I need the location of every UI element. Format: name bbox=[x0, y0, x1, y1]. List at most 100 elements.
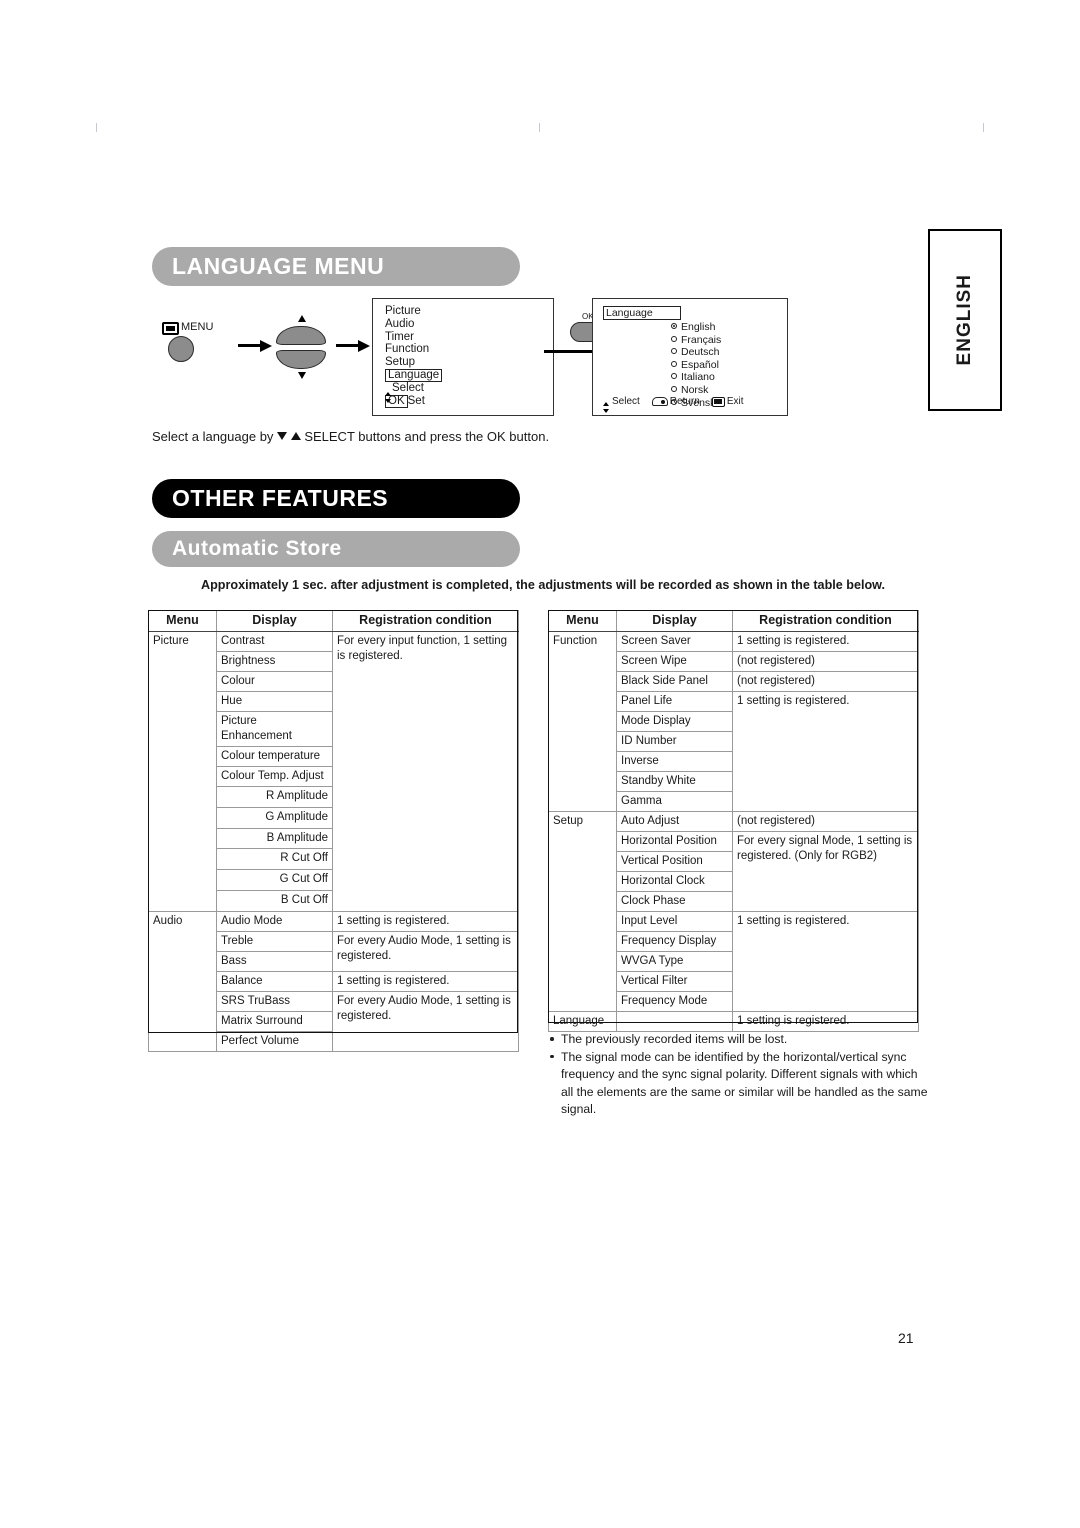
section-banner-automatic-store-label: Automatic Store bbox=[172, 537, 342, 560]
cell-condition: 1 setting is registered. bbox=[332, 911, 519, 932]
language-option-francais[interactable]: Français bbox=[671, 334, 721, 347]
cell-menu: Audio bbox=[148, 911, 217, 1052]
cell-display: Horizontal Position bbox=[616, 831, 733, 852]
section-banner-language-menu-label: LANGUAGE MENU bbox=[172, 253, 385, 279]
cell-display: Horizontal Clock bbox=[616, 871, 733, 892]
osd-menu-item-setup[interactable]: Setup bbox=[385, 356, 553, 369]
language-option-italiano[interactable]: Italiano bbox=[671, 371, 721, 384]
section-banner-automatic-store: Automatic Store bbox=[152, 531, 520, 567]
cell-display: ID Number bbox=[616, 731, 733, 752]
cell-display: Screen Saver bbox=[616, 631, 733, 652]
diagram-caption: Select a language by SELECT buttons and … bbox=[152, 429, 549, 444]
cell-display: Hue bbox=[216, 691, 333, 712]
return-icon bbox=[651, 397, 668, 406]
osd-menu-item-picture[interactable]: Picture bbox=[385, 305, 553, 318]
cell-display: Treble bbox=[216, 931, 333, 952]
cell-display: Frequency Display bbox=[616, 931, 733, 952]
cell-display: Inverse bbox=[616, 751, 733, 772]
cell-condition: 1 setting is registered. bbox=[732, 911, 919, 1012]
registration-table-right: Menu Display Registration condition Func… bbox=[548, 610, 919, 1032]
osd-language-footer: Select Return Exit bbox=[603, 396, 743, 413]
section-banner-other-features-label: OTHER FEATURES bbox=[172, 485, 389, 511]
select-down-triangle-icon bbox=[298, 372, 306, 379]
cell-display: B Cut Off bbox=[216, 890, 333, 912]
triangle-up-icon bbox=[290, 432, 301, 440]
language-option-norsk[interactable]: Norsk bbox=[671, 384, 721, 397]
bullet-icon bbox=[550, 1054, 554, 1059]
cell-display: Colour Temp. Adjust bbox=[216, 766, 333, 787]
menu-icon bbox=[162, 322, 179, 335]
language-option-deutsch[interactable]: Deutsch bbox=[671, 346, 721, 359]
osd-menu-item-function[interactable]: Function bbox=[385, 343, 553, 356]
cell-menu: Language bbox=[548, 1011, 617, 1032]
page-number: 21 bbox=[898, 1330, 914, 1346]
cell-display: WVGA Type bbox=[616, 951, 733, 972]
cell-condition: 1 setting is registered. bbox=[732, 631, 919, 652]
cell-display: Contrast bbox=[216, 631, 333, 652]
menu-button-group[interactable]: MENU bbox=[162, 321, 242, 370]
osd-menu-select-hint: Select bbox=[385, 381, 553, 403]
cell-display: Matrix Surround bbox=[216, 1011, 333, 1032]
cell-condition: (not registered) bbox=[732, 651, 919, 672]
cell-condition: 1 setting is registered. bbox=[332, 971, 519, 992]
header-display: Display bbox=[616, 610, 733, 632]
osd-menu-item-timer[interactable]: Timer bbox=[385, 331, 553, 344]
exit-icon bbox=[711, 396, 725, 407]
header-condition: Registration condition bbox=[732, 610, 919, 632]
osd-footer-return: Return bbox=[651, 396, 700, 407]
cell-condition: For every signal Mode, 1 setting is regi… bbox=[732, 831, 919, 912]
cell-condition: For every Audio Mode, 1 setting is regis… bbox=[332, 991, 519, 1052]
table-row: Setup Auto Adjust (not registered) bbox=[548, 811, 919, 1012]
notes-list: The previously recorded items will be lo… bbox=[550, 1031, 930, 1119]
diagram-caption-before: Select a language by bbox=[152, 429, 274, 444]
cell-display: G Amplitude bbox=[216, 806, 333, 829]
language-option-label: Français bbox=[681, 333, 722, 346]
registration-mark-left bbox=[96, 123, 97, 132]
section-banner-language-menu: LANGUAGE MENU bbox=[152, 247, 520, 286]
language-option-espanol[interactable]: Español bbox=[671, 359, 721, 372]
select-button-pad[interactable] bbox=[268, 314, 334, 380]
table-left-body: Picture Contrast For every input function,… bbox=[148, 631, 519, 1052]
note-item: The signal mode can be identified by the… bbox=[550, 1049, 930, 1119]
cell-display: Colour bbox=[216, 671, 333, 692]
note-text: The previously recorded items will be lo… bbox=[561, 1032, 788, 1046]
radio-icon bbox=[671, 348, 677, 355]
cell-display: Balance bbox=[216, 971, 333, 992]
cell-menu: Picture bbox=[148, 631, 217, 912]
diagram-caption-after: SELECT buttons and press the OK button. bbox=[304, 429, 550, 444]
language-option-label: English bbox=[681, 321, 716, 333]
flow-arrow-1-icon bbox=[238, 340, 272, 352]
osd-language-title: Language bbox=[603, 306, 681, 320]
cell-menu: Function bbox=[548, 631, 617, 812]
cell-display: Picture Enhancement bbox=[216, 711, 333, 747]
select-down-button[interactable] bbox=[276, 350, 326, 369]
osd-menu-item-language-highlighted[interactable]: Language bbox=[385, 368, 553, 382]
table-header-row: Menu Display Registration condition bbox=[548, 610, 919, 632]
triangle-down-icon bbox=[277, 432, 288, 440]
cell-display: G Cut Off bbox=[216, 869, 333, 892]
radio-icon bbox=[671, 373, 677, 380]
registration-mark-center bbox=[539, 123, 540, 132]
osd-menu-item-audio[interactable]: Audio bbox=[385, 318, 553, 331]
header-menu: Menu bbox=[548, 610, 617, 632]
osd-menu-item-language-label: Language bbox=[385, 368, 443, 382]
language-option-english[interactable]: English bbox=[671, 321, 721, 334]
menu-button-label: MENU bbox=[181, 321, 214, 333]
cell-display: Frequency Mode bbox=[616, 991, 733, 1012]
cell-display: Auto Adjust bbox=[616, 811, 733, 832]
osd-menu-select-hint-label: Select bbox=[392, 381, 424, 394]
header-menu: Menu bbox=[148, 610, 217, 632]
radio-selected-icon bbox=[671, 323, 677, 329]
cell-display: Vertical Filter bbox=[616, 971, 733, 992]
menu-button-circle[interactable] bbox=[168, 336, 194, 362]
cell-display: Clock Phase bbox=[616, 891, 733, 912]
table-header-row: Menu Display Registration condition bbox=[148, 610, 519, 632]
cell-display: Input Level bbox=[616, 911, 733, 932]
table-row: Function Screen Saver 1 setting is registe… bbox=[548, 631, 919, 812]
header-condition: Registration condition bbox=[332, 610, 519, 632]
cell-display: Bass bbox=[216, 951, 333, 972]
cell-display: Brightness bbox=[216, 651, 333, 672]
table-row: Audio Audio Mode 1 setting is registered. bbox=[148, 911, 519, 1052]
language-option-label: Norsk bbox=[681, 383, 709, 396]
select-up-button[interactable] bbox=[276, 326, 326, 345]
